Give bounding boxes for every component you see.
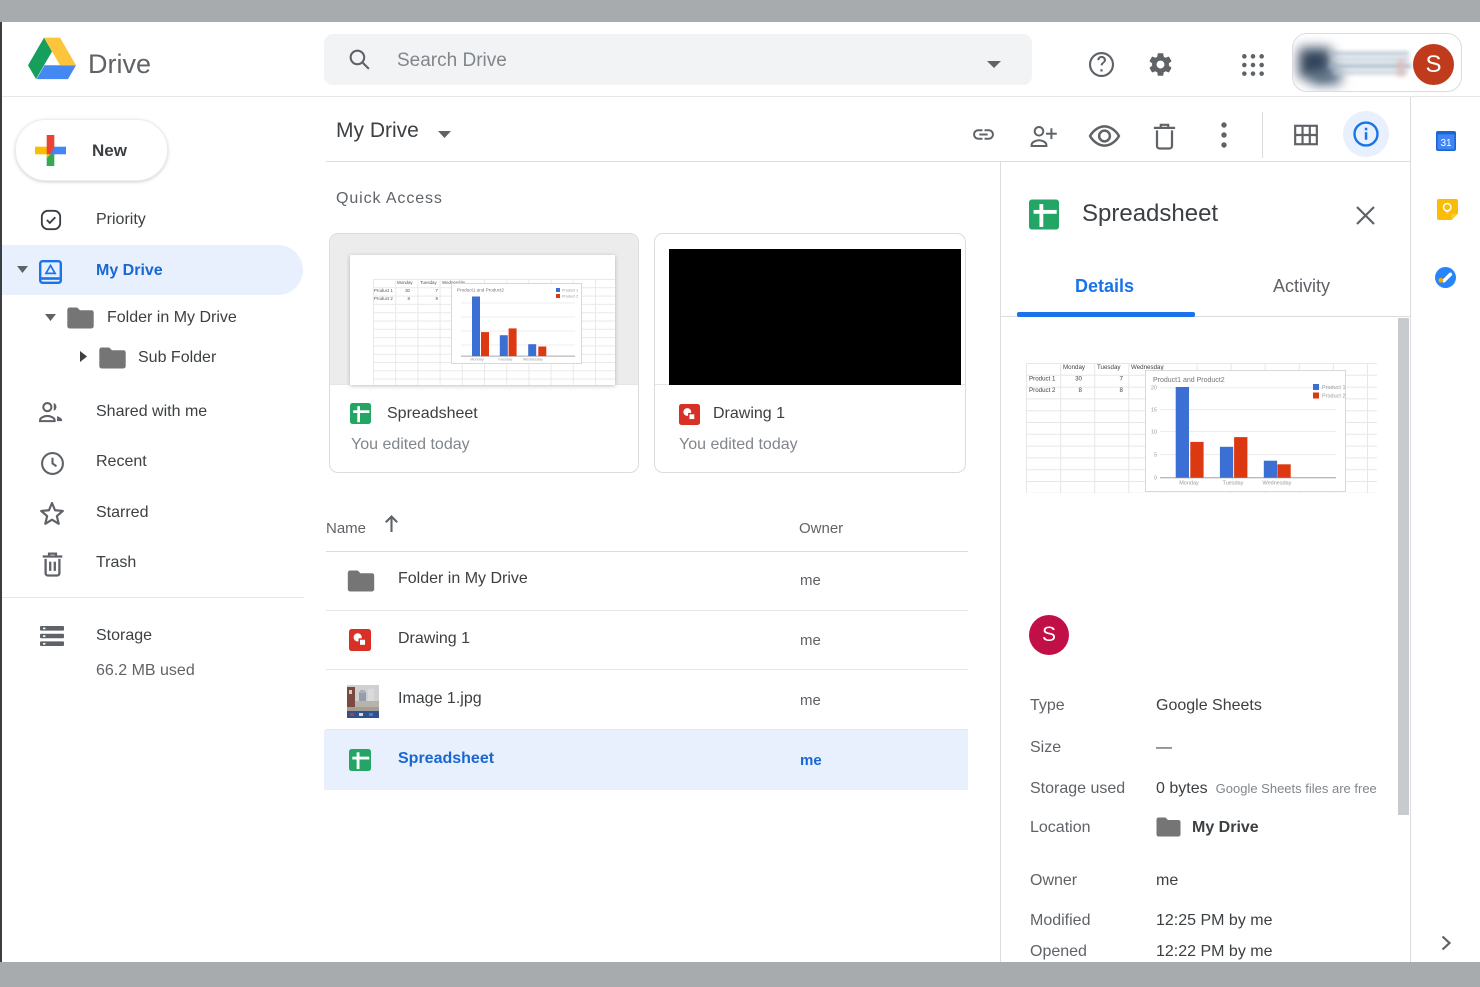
svg-text:Product 1: Product 1 (1322, 385, 1346, 391)
svg-text:30: 30 (405, 288, 410, 293)
svg-text:Monday: Monday (1179, 481, 1199, 487)
svg-text:Tuesday: Tuesday (1223, 481, 1244, 487)
svg-text:Monday: Monday (397, 280, 413, 285)
svg-text:Product 1: Product 1 (374, 288, 393, 293)
svg-text:Product 2: Product 2 (1029, 387, 1056, 394)
svg-text:15: 15 (1151, 408, 1157, 414)
svg-text:Tuesday: Tuesday (498, 358, 513, 362)
svg-text:Tuesday: Tuesday (1097, 364, 1121, 371)
svg-text:Monday: Monday (1063, 364, 1086, 371)
svg-text:Product 2: Product 2 (562, 295, 578, 299)
svg-text:Product 1: Product 1 (562, 289, 578, 293)
svg-text:8: 8 (1079, 387, 1083, 394)
svg-text:20: 20 (1151, 386, 1157, 392)
svg-text:Product 2: Product 2 (1322, 394, 1346, 400)
svg-text:Tuesday: Tuesday (420, 280, 437, 285)
svg-text:Product1 and Product2: Product1 and Product2 (1153, 377, 1225, 384)
svg-text:Wednesday: Wednesday (1131, 364, 1164, 371)
svg-text:10: 10 (1151, 430, 1157, 436)
svg-text:Wednesday: Wednesday (523, 358, 543, 362)
svg-text:Product1 and Product2: Product1 and Product2 (457, 288, 504, 293)
svg-text:8: 8 (1120, 387, 1124, 394)
svg-text:30: 30 (1075, 376, 1082, 383)
svg-text:5: 5 (1154, 453, 1157, 459)
svg-text:7: 7 (1120, 376, 1124, 383)
svg-text:31: 31 (1440, 138, 1452, 149)
svg-text:Monday: Monday (470, 358, 484, 362)
svg-text:Wednesday: Wednesday (1263, 481, 1292, 487)
svg-text:Product 1: Product 1 (1029, 376, 1056, 383)
svg-text:0: 0 (1154, 476, 1157, 482)
svg-text:Product 2: Product 2 (374, 296, 393, 301)
